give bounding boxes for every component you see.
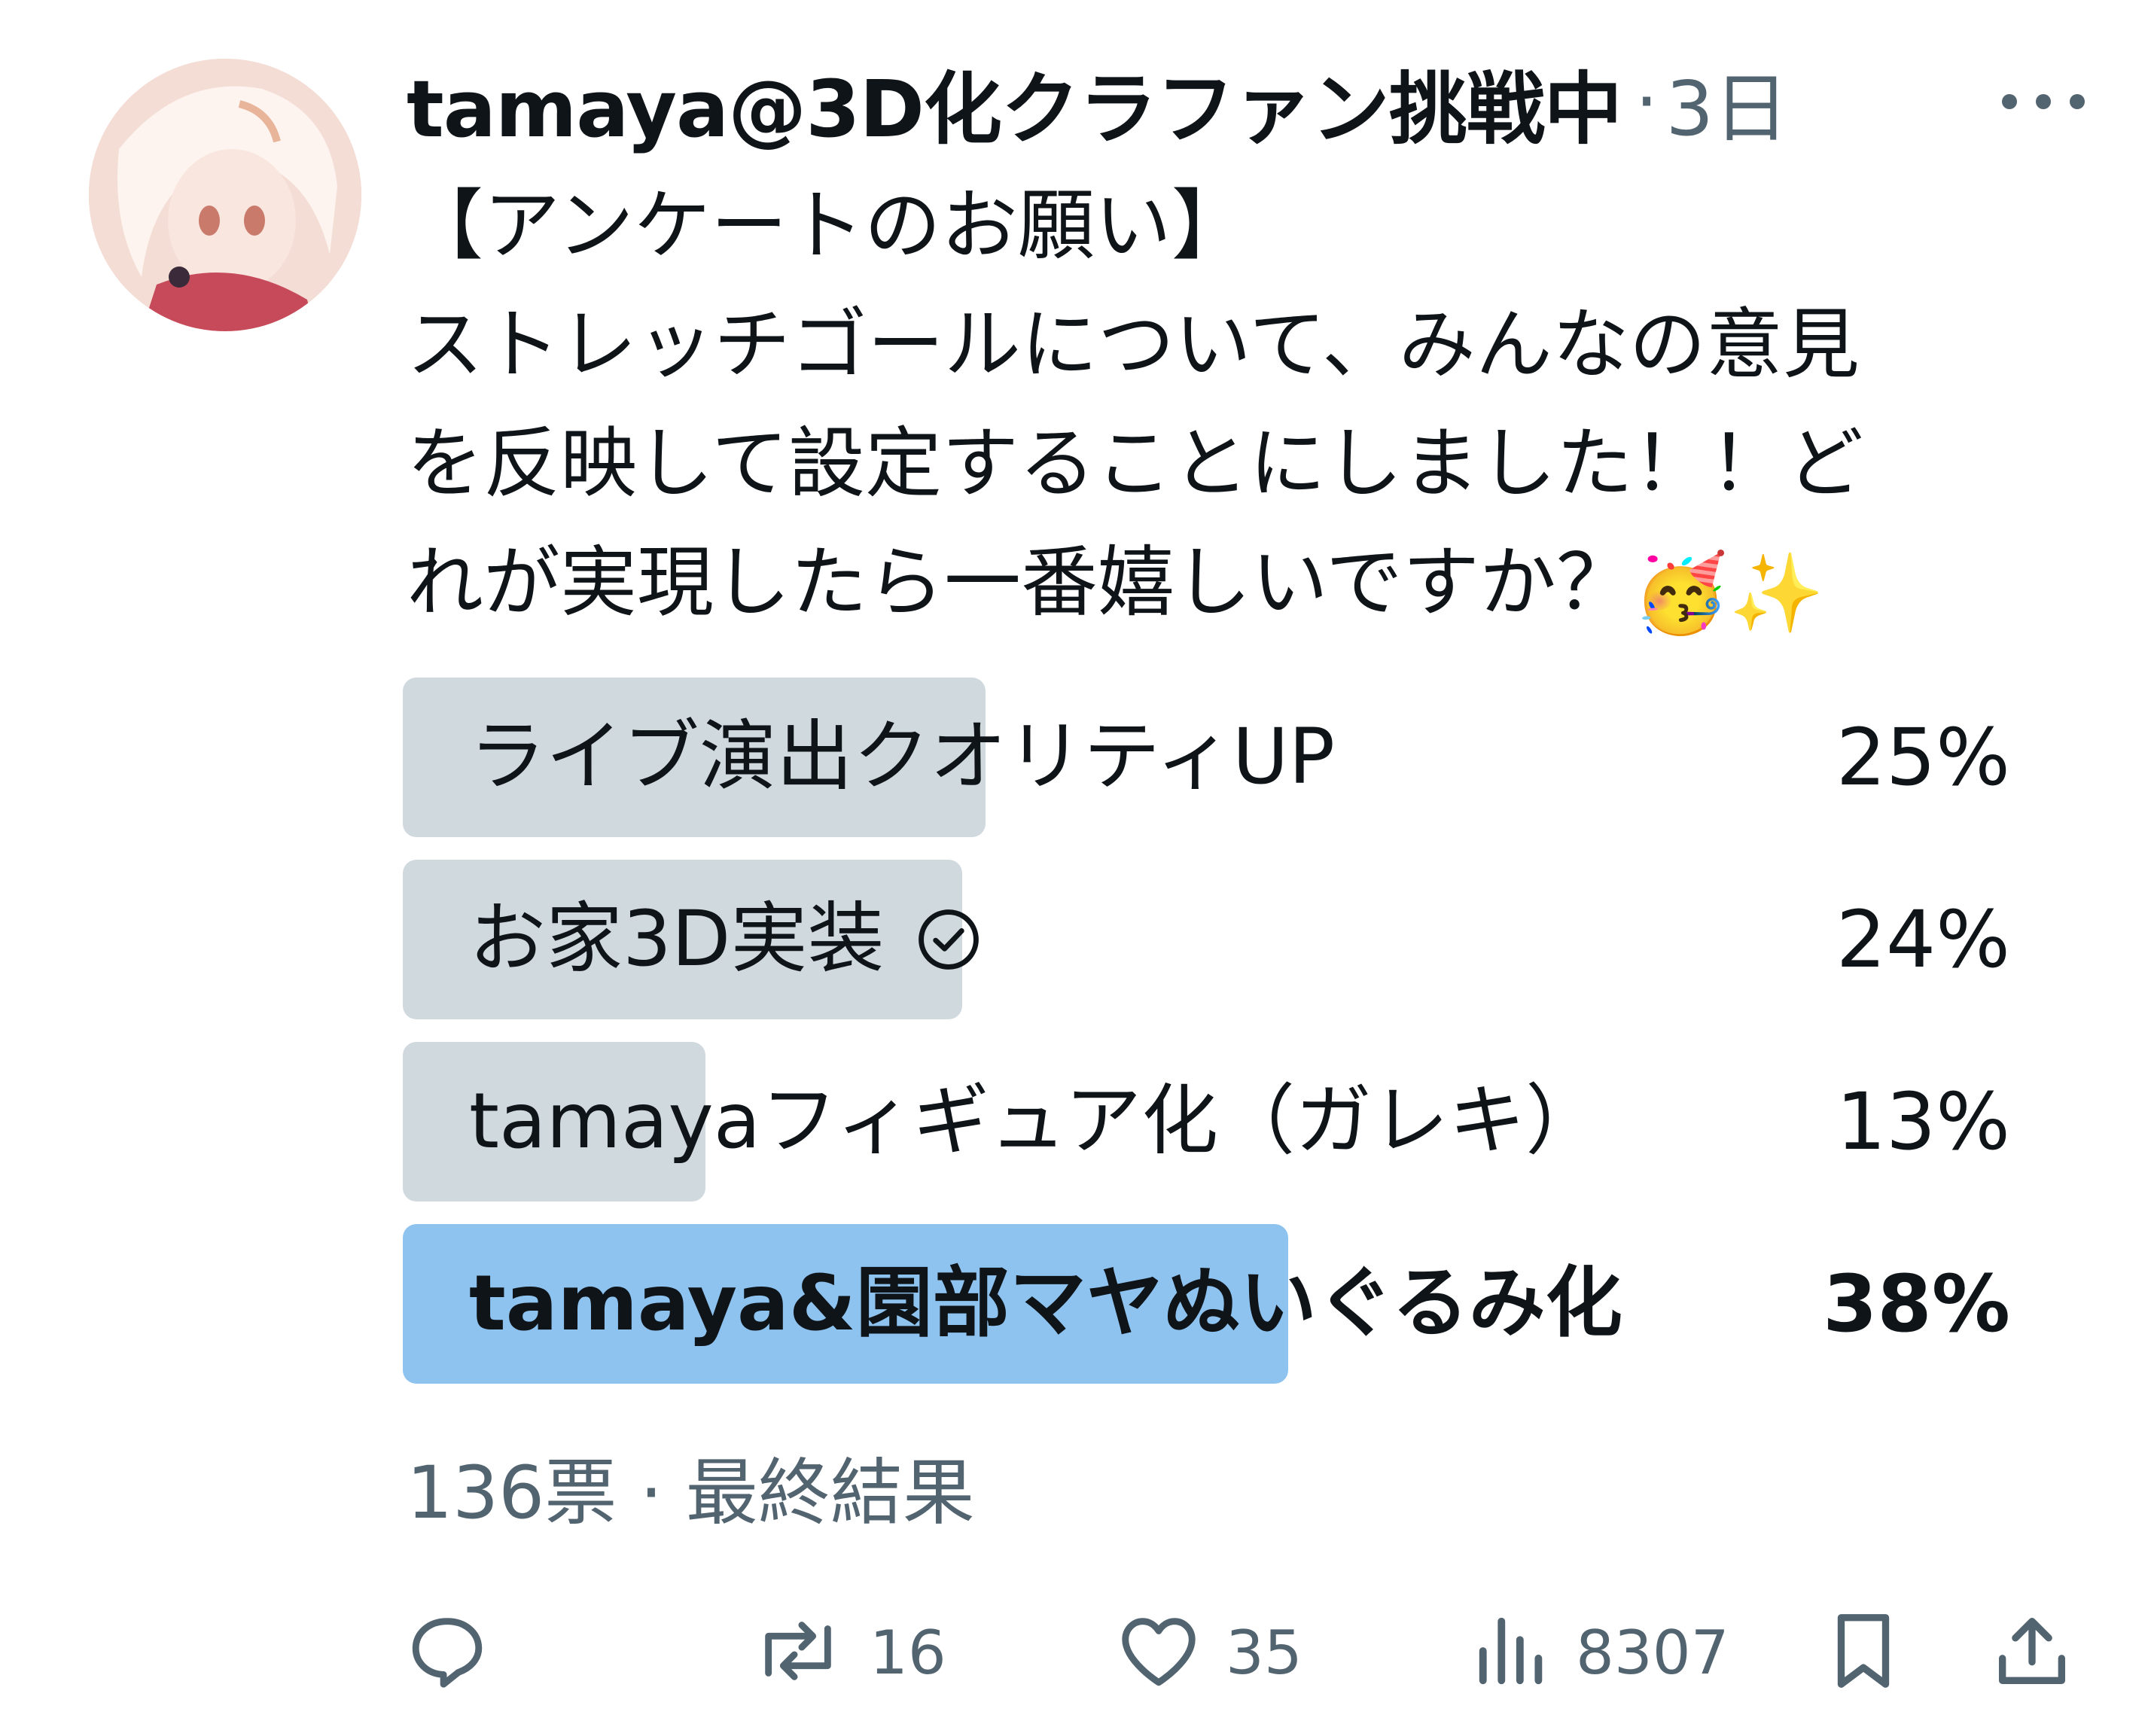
poll-separator: · — [639, 1451, 663, 1535]
more-options-icon[interactable] — [2002, 83, 2085, 120]
avatar[interactable] — [89, 59, 361, 331]
views-button[interactable]: 8307 — [1472, 1604, 1729, 1701]
poll-option-percent: 25% — [1836, 711, 2010, 803]
action-bar: 16 35 8307 — [403, 1604, 2082, 1701]
poll-option-label: ライブ演出クオリティUP — [469, 712, 1336, 802]
poll-option[interactable]: ライブ演出クオリティUP 25% — [403, 678, 2010, 837]
poll-option-label: tamaya&園部マヤぬいぐるみ化 — [469, 1259, 1622, 1348]
retweet-icon — [749, 1607, 847, 1698]
avatar-image — [89, 59, 361, 331]
views-count: 8307 — [1576, 1617, 1729, 1688]
poll-option-winner[interactable]: tamaya&園部マヤぬいぐるみ化 38% — [403, 1224, 2010, 1384]
timestamp[interactable]: 3日 — [1665, 47, 1789, 157]
poll-status: 最終結果 — [685, 1451, 975, 1535]
partying-face-emoji: 🥳 — [1632, 549, 1729, 638]
text-line: 【アンケートのお願い】 — [407, 181, 1248, 271]
bookmark-icon — [1826, 1607, 1901, 1698]
tweet-text: 【アンケートのお願い】 ストレッチゴールについて、みんなの意見 を反映して設定す… — [407, 167, 2085, 653]
share-icon — [1988, 1607, 2076, 1698]
author-name[interactable]: tamaya@3D化クラファン挑戦中 — [407, 45, 1622, 159]
sparkles-emoji: ✨ — [1728, 549, 1824, 638]
like-count: 35 — [1226, 1617, 1302, 1688]
text-line: ストレッチゴールについて、みんなの意見 — [407, 300, 1860, 390]
header-separator: · — [1635, 59, 1659, 144]
bookmark-button[interactable] — [1826, 1604, 1901, 1701]
share-button[interactable] — [1988, 1604, 2076, 1701]
retweet-button[interactable]: 16 — [749, 1604, 946, 1701]
poll-option-percent: 24% — [1836, 894, 2010, 985]
check-circle-icon — [914, 905, 983, 974]
poll: ライブ演出クオリティUP 25% お家3D実装 24% tamayaフィギュア化… — [403, 678, 2010, 1406]
poll-option-percent: 13% — [1836, 1076, 2010, 1168]
heart-icon — [1114, 1607, 1203, 1698]
reply-button[interactable] — [403, 1604, 492, 1701]
poll-option-label: tamayaフィギュア化（ガレキ） — [469, 1077, 1603, 1166]
poll-option-percent: 38% — [1823, 1258, 2010, 1350]
views-icon — [1472, 1607, 1553, 1698]
poll-votes: 136票 — [407, 1451, 617, 1535]
poll-option[interactable]: tamayaフィギュア化（ガレキ） 13% — [403, 1042, 2010, 1201]
reply-icon — [403, 1607, 492, 1698]
text-line: れが実現したら一番嬉しいですか？ — [407, 538, 1633, 628]
like-button[interactable]: 35 — [1114, 1604, 1302, 1701]
poll-option-label: お家3D実装 — [469, 860, 983, 1019]
retweet-count: 16 — [870, 1617, 946, 1688]
text-line: を反映して設定することにしました！！ど — [407, 419, 1863, 509]
tweet-header: tamaya@3D化クラファン挑戦中 · 3日 — [407, 53, 2085, 155]
poll-option[interactable]: お家3D実装 24% — [403, 860, 2010, 1019]
poll-summary: 136票 · 最終結果 — [407, 1434, 975, 1539]
